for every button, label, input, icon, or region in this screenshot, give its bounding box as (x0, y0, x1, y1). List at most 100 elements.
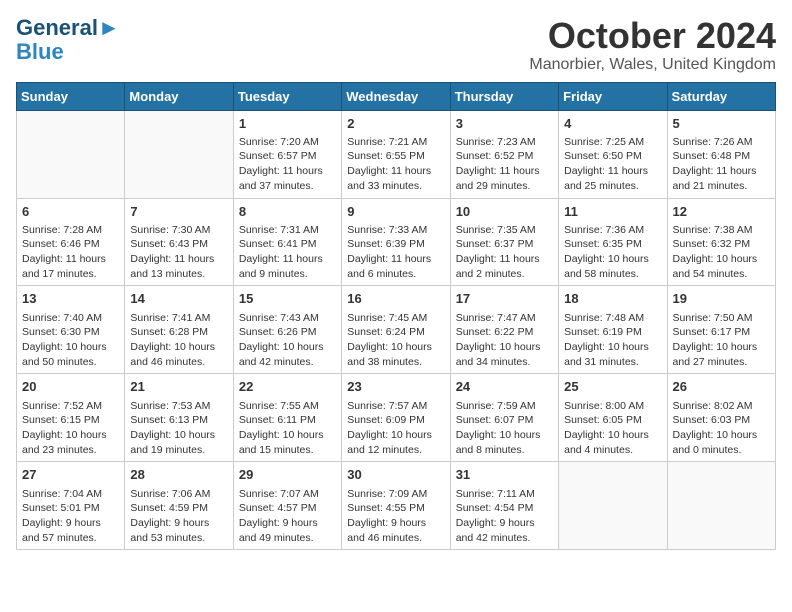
day-header-sunday: Sunday (17, 82, 125, 110)
calendar-cell: 2 Sunrise: 7:21 AM Sunset: 6:55 PM Daylig… (342, 110, 450, 198)
day-info: Sunrise: 7:47 AM Sunset: 6:22 PM Dayligh… (456, 311, 553, 370)
calendar-cell: 14 Sunrise: 7:41 AM Sunset: 6:28 PM Dayli… (125, 286, 233, 374)
day-info: Sunrise: 7:07 AM Sunset: 4:57 PM Dayligh… (239, 487, 336, 546)
day-number: 10 (456, 203, 553, 221)
day-info: Sunrise: 8:02 AM Sunset: 6:03 PM Dayligh… (673, 399, 770, 458)
day-info: Sunrise: 7:53 AM Sunset: 6:13 PM Dayligh… (130, 399, 227, 458)
day-info: Sunrise: 7:45 AM Sunset: 6:24 PM Dayligh… (347, 311, 444, 370)
day-info: Sunrise: 7:09 AM Sunset: 4:55 PM Dayligh… (347, 487, 444, 546)
calendar-cell: 9 Sunrise: 7:33 AM Sunset: 6:39 PM Daylig… (342, 198, 450, 286)
day-number: 12 (673, 203, 770, 221)
calendar-cell: 13 Sunrise: 7:40 AM Sunset: 6:30 PM Dayli… (17, 286, 125, 374)
day-number: 15 (239, 290, 336, 308)
calendar-cell (17, 110, 125, 198)
day-number: 9 (347, 203, 444, 221)
day-number: 31 (456, 466, 553, 484)
header-row: SundayMondayTuesdayWednesdayThursdayFrid… (17, 82, 776, 110)
day-info: Sunrise: 7:59 AM Sunset: 6:07 PM Dayligh… (456, 399, 553, 458)
day-number: 19 (673, 290, 770, 308)
calendar-table: SundayMondayTuesdayWednesdayThursdayFrid… (16, 82, 776, 551)
month-title: October 2024 (529, 16, 776, 56)
day-info: Sunrise: 7:55 AM Sunset: 6:11 PM Dayligh… (239, 399, 336, 458)
day-info: Sunrise: 7:31 AM Sunset: 6:41 PM Dayligh… (239, 223, 336, 282)
week-row-1: 1Sunrise: 7:20 AM Sunset: 6:57 PM Daylig… (17, 110, 776, 198)
day-info: Sunrise: 7:33 AM Sunset: 6:39 PM Dayligh… (347, 223, 444, 282)
day-info: Sunrise: 7:21 AM Sunset: 6:55 PM Dayligh… (347, 135, 444, 194)
day-number: 6 (22, 203, 119, 221)
calendar-cell: 5Sunrise: 7:26 AM Sunset: 6:48 PM Daylig… (667, 110, 775, 198)
day-info: Sunrise: 7:36 AM Sunset: 6:35 PM Dayligh… (564, 223, 661, 282)
day-header-tuesday: Tuesday (233, 82, 341, 110)
day-number: 8 (239, 203, 336, 221)
day-number: 23 (347, 378, 444, 396)
day-number: 24 (456, 378, 553, 396)
day-number: 1 (239, 115, 336, 133)
day-header-friday: Friday (559, 82, 667, 110)
calendar-cell: 12 Sunrise: 7:38 AM Sunset: 6:32 PM Dayli… (667, 198, 775, 286)
calendar-cell: 24 Sunrise: 7:59 AM Sunset: 6:07 PM Dayli… (450, 374, 558, 462)
calendar-cell: 30 Sunrise: 7:09 AM Sunset: 4:55 PM Dayli… (342, 462, 450, 550)
day-info: Sunrise: 7:04 AM Sunset: 5:01 PM Dayligh… (22, 487, 119, 546)
day-number: 2 (347, 115, 444, 133)
logo-subtext: Blue (16, 39, 64, 64)
day-info: Sunrise: 7:48 AM Sunset: 6:19 PM Dayligh… (564, 311, 661, 370)
logo-text: General► (16, 16, 120, 40)
day-number: 4 (564, 115, 661, 133)
day-number: 14 (130, 290, 227, 308)
day-number: 29 (239, 466, 336, 484)
calendar-cell (559, 462, 667, 550)
day-number: 13 (22, 290, 119, 308)
week-row-2: 6 Sunrise: 7:28 AM Sunset: 6:46 PM Daylig… (17, 198, 776, 286)
day-info: Sunrise: 7:40 AM Sunset: 6:30 PM Dayligh… (22, 311, 119, 370)
day-info: Sunrise: 7:52 AM Sunset: 6:15 PM Dayligh… (22, 399, 119, 458)
day-number: 26 (673, 378, 770, 396)
calendar-cell: 28 Sunrise: 7:06 AM Sunset: 4:59 PM Dayli… (125, 462, 233, 550)
day-number: 18 (564, 290, 661, 308)
calendar-cell: 16 Sunrise: 7:45 AM Sunset: 6:24 PM Dayli… (342, 286, 450, 374)
week-row-4: 20 Sunrise: 7:52 AM Sunset: 6:15 PM Dayli… (17, 374, 776, 462)
day-number: 3 (456, 115, 553, 133)
day-number: 7 (130, 203, 227, 221)
day-number: 20 (22, 378, 119, 396)
calendar-cell: 10 Sunrise: 7:35 AM Sunset: 6:37 PM Dayli… (450, 198, 558, 286)
logo: General► Blue (16, 16, 120, 64)
calendar-cell: 26 Sunrise: 8:02 AM Sunset: 6:03 PM Dayli… (667, 374, 775, 462)
day-info: Sunrise: 7:35 AM Sunset: 6:37 PM Dayligh… (456, 223, 553, 282)
calendar-cell: 20 Sunrise: 7:52 AM Sunset: 6:15 PM Dayli… (17, 374, 125, 462)
calendar-cell: 3 Sunrise: 7:23 AM Sunset: 6:52 PM Daylig… (450, 110, 558, 198)
calendar-cell: 27Sunrise: 7:04 AM Sunset: 5:01 PM Dayli… (17, 462, 125, 550)
week-row-3: 13 Sunrise: 7:40 AM Sunset: 6:30 PM Dayli… (17, 286, 776, 374)
calendar-cell: 1Sunrise: 7:20 AM Sunset: 6:57 PM Daylig… (233, 110, 341, 198)
day-number: 16 (347, 290, 444, 308)
calendar-cell: 22Sunrise: 7:55 AM Sunset: 6:11 PM Dayli… (233, 374, 341, 462)
calendar-cell: 29 Sunrise: 7:07 AM Sunset: 4:57 PM Dayli… (233, 462, 341, 550)
day-info: Sunrise: 7:23 AM Sunset: 6:52 PM Dayligh… (456, 135, 553, 194)
calendar-cell: 11Sunrise: 7:36 AM Sunset: 6:35 PM Dayli… (559, 198, 667, 286)
day-info: Sunrise: 7:11 AM Sunset: 4:54 PM Dayligh… (456, 487, 553, 546)
day-info: Sunrise: 7:57 AM Sunset: 6:09 PM Dayligh… (347, 399, 444, 458)
location: Manorbier, Wales, United Kingdom (529, 56, 776, 74)
day-info: Sunrise: 7:30 AM Sunset: 6:43 PM Dayligh… (130, 223, 227, 282)
day-number: 28 (130, 466, 227, 484)
calendar-cell: 7 Sunrise: 7:30 AM Sunset: 6:43 PM Daylig… (125, 198, 233, 286)
calendar-cell (667, 462, 775, 550)
day-info: Sunrise: 7:28 AM Sunset: 6:46 PM Dayligh… (22, 223, 119, 282)
calendar-cell (125, 110, 233, 198)
day-header-saturday: Saturday (667, 82, 775, 110)
calendar-cell: 19Sunrise: 7:50 AM Sunset: 6:17 PM Dayli… (667, 286, 775, 374)
day-number: 30 (347, 466, 444, 484)
day-header-monday: Monday (125, 82, 233, 110)
day-info: Sunrise: 7:41 AM Sunset: 6:28 PM Dayligh… (130, 311, 227, 370)
calendar-cell: 18 Sunrise: 7:48 AM Sunset: 6:19 PM Dayli… (559, 286, 667, 374)
title-block: October 2024 Manorbier, Wales, United Ki… (529, 16, 776, 74)
day-number: 17 (456, 290, 553, 308)
day-number: 21 (130, 378, 227, 396)
calendar-cell: 21 Sunrise: 7:53 AM Sunset: 6:13 PM Dayli… (125, 374, 233, 462)
day-info: Sunrise: 7:38 AM Sunset: 6:32 PM Dayligh… (673, 223, 770, 282)
day-info: Sunrise: 7:06 AM Sunset: 4:59 PM Dayligh… (130, 487, 227, 546)
calendar-cell: 17 Sunrise: 7:47 AM Sunset: 6:22 PM Dayli… (450, 286, 558, 374)
page-header: General► Blue October 2024 Manorbier, Wa… (16, 16, 776, 74)
calendar-cell: 31 Sunrise: 7:11 AM Sunset: 4:54 PM Dayli… (450, 462, 558, 550)
calendar-cell: 6 Sunrise: 7:28 AM Sunset: 6:46 PM Daylig… (17, 198, 125, 286)
day-info: Sunrise: 7:25 AM Sunset: 6:50 PM Dayligh… (564, 135, 661, 194)
